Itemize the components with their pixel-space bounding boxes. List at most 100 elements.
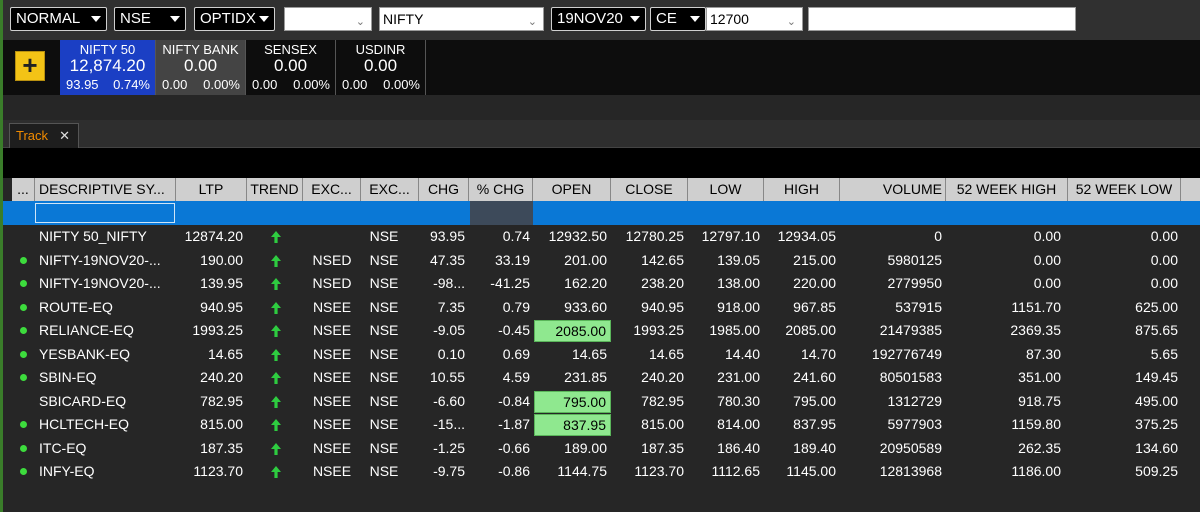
search-input[interactable]: [808, 7, 1076, 31]
cell-pchg: 0.69: [502, 345, 530, 362]
cell-open: 12932.50: [548, 228, 607, 244]
tab-track[interactable]: Track ✕: [9, 123, 79, 148]
status-dot-icon: [20, 350, 27, 358]
cell-low: 139.05: [717, 251, 760, 268]
empty-area: [3, 484, 1200, 512]
column-header[interactable]: LTP: [176, 178, 247, 201]
table-row[interactable]: NIFTY-19NOV20-... 190.00 NSED NSE 47.35 33.19…: [3, 249, 1200, 273]
column-header[interactable]: EXC...: [361, 178, 419, 201]
symbol-filter-input[interactable]: [35, 203, 175, 223]
spacer: [3, 95, 1200, 120]
column-header[interactable]: [1181, 178, 1200, 201]
status-dot-icon: [20, 374, 27, 381]
status-dot-icon: [20, 468, 27, 475]
cell-exch: NSE: [369, 298, 399, 315]
cell-open: 231.85: [564, 369, 607, 385]
trend-up-arrow-icon: [271, 254, 281, 267]
column-header[interactable]: LOW: [688, 178, 764, 201]
cell-pchg: -0.84: [498, 392, 530, 409]
cell-low: 918.00: [717, 298, 760, 315]
mode-value: NORMAL: [16, 10, 81, 27]
table-row[interactable]: SBIN-EQ 240.20 NSEE NSE 10.55 4.59 231.85 240.2…: [3, 366, 1200, 390]
cell-high: 837.95: [793, 416, 836, 432]
cell-chg: 10.55: [429, 369, 465, 385]
mode-dropdown[interactable]: NORMAL: [10, 7, 107, 31]
table-row[interactable]: NIFTY-19NOV20-... 139.95 NSED NSE -98... -41.…: [3, 272, 1200, 296]
column-header[interactable]: DESCRIPTIVE SY...: [35, 178, 176, 201]
column-header[interactable]: TREND: [247, 178, 303, 201]
column-header[interactable]: OPEN: [533, 178, 611, 201]
cell-seg: NSEE: [312, 298, 352, 315]
symbol-combo[interactable]: NIFTY ⌄: [379, 7, 544, 31]
table-row[interactable]: RELIANCE-EQ 1993.25 NSEE NSE -9.05 -0.45 2085.…: [3, 319, 1200, 343]
table-row[interactable]: INFY-EQ 1123.70 NSEE NSE -9.75 -0.86 1144.75 11…: [3, 460, 1200, 484]
cell-wkhigh: 87.30: [1025, 345, 1061, 362]
table-row[interactable]: NIFTY 50_NIFTY 12874.20 NSE 93.95 0.74 12932.…: [3, 225, 1200, 249]
index-change: 93.95: [66, 77, 99, 92]
table-row[interactable]: YESBANK-EQ 14.65 NSEE NSE 0.10 0.69 14.65 14.65…: [3, 343, 1200, 367]
column-header[interactable]: 52 WEEK HIGH: [946, 178, 1068, 201]
column-header[interactable]: ...: [12, 178, 35, 201]
add-index-button[interactable]: +: [15, 51, 45, 81]
trend-up-arrow-icon: [271, 395, 281, 408]
strike-combo[interactable]: 12700 ⌄: [706, 7, 803, 31]
chevron-down-icon: [170, 16, 180, 22]
blank-combo[interactable]: ⌄: [284, 7, 372, 31]
close-icon[interactable]: ✕: [59, 124, 70, 147]
cell-ltp: 187.35: [200, 439, 243, 456]
index-tile-usdinr[interactable]: USDINR 0.00 0.00 0.00%: [336, 40, 426, 95]
cell-seg: NSEE: [312, 322, 352, 338]
cell-volume: 2779950: [887, 275, 942, 291]
cell-wkhigh: 1151.70: [1011, 298, 1061, 315]
cell-exch: NSE: [369, 275, 399, 291]
cell-ltp: 14.65: [207, 345, 243, 362]
cell-high: 2085.00: [785, 322, 836, 338]
cell-symbol: SBIN-EQ: [39, 369, 97, 385]
cell-open: 1144.75: [557, 463, 607, 479]
cell-close: 782.95: [641, 392, 684, 409]
cell-chg: -9.75: [433, 463, 465, 479]
cell-wklow: 0.00: [1150, 228, 1178, 244]
chevron-down-icon: ⌄: [355, 16, 365, 28]
cell-high: 795.00: [793, 392, 836, 409]
index-change: 0.00: [342, 77, 368, 92]
table-row[interactable]: SBICARD-EQ 782.95 NSEE NSE -6.60 -0.84 795.00 7…: [3, 390, 1200, 414]
trend-up-arrow-icon: [271, 278, 281, 290]
column-header[interactable]: CHG: [419, 178, 469, 201]
cell-ltp: 815.00: [200, 416, 243, 432]
cell-ltp: 782.95: [200, 392, 243, 409]
cell-exch: NSE: [369, 416, 399, 432]
cell-exch: NSE: [369, 439, 399, 456]
cell-chg: 93.95: [429, 228, 465, 244]
cell-symbol: RELIANCE-EQ: [39, 322, 134, 338]
chevron-down-icon: [259, 16, 269, 22]
cell-wklow: 875.65: [1135, 322, 1178, 338]
option-type-dropdown[interactable]: CE: [650, 7, 706, 31]
trend-up-arrow-icon: [271, 301, 281, 314]
column-header[interactable]: CLOSE: [611, 178, 688, 201]
cell-wklow: 495.00: [1135, 392, 1178, 409]
column-header[interactable]: % CHG: [469, 178, 533, 201]
cell-high: 241.60: [793, 369, 836, 385]
table-row[interactable]: ITC-EQ 187.35 NSEE NSE -1.25 -0.66 189.00 187.3…: [3, 437, 1200, 461]
expiry-dropdown[interactable]: 19NOV20: [551, 7, 646, 31]
column-header[interactable]: EXC...: [303, 178, 361, 201]
index-tile-nifty50[interactable]: NIFTY 50 12,874.20 93.95 0.74%: [60, 40, 156, 95]
column-header[interactable]: HIGH: [764, 178, 840, 201]
column-header[interactable]: 52 WEEK LOW: [1068, 178, 1181, 201]
cell-seg: NSED: [312, 275, 352, 291]
index-tile-niftybank[interactable]: NIFTY BANK 0.00 0.00 0.00%: [156, 40, 246, 95]
index-name: SENSEX: [264, 42, 317, 57]
cell-volume: 1312729: [887, 392, 942, 409]
cell-seg: NSEE: [312, 392, 352, 409]
exchange-dropdown[interactable]: NSE: [114, 7, 186, 31]
cell-symbol: NIFTY 50_NIFTY: [39, 228, 147, 244]
cell-wklow: 134.60: [1135, 439, 1178, 456]
table-row[interactable]: ROUTE-EQ 940.95 NSEE NSE 7.35 0.79 933.60 940.9…: [3, 296, 1200, 320]
instrument-dropdown[interactable]: OPTIDX: [194, 7, 275, 31]
cell-seg: NSED: [312, 251, 352, 268]
trend-up-arrow-icon: [271, 231, 281, 243]
index-tile-sensex[interactable]: SENSEX 0.00 0.00 0.00%: [246, 40, 336, 95]
table-row[interactable]: HCLTECH-EQ 815.00 NSEE NSE -15... -1.87 837.95…: [3, 413, 1200, 437]
column-header[interactable]: VOLUME: [840, 178, 946, 201]
